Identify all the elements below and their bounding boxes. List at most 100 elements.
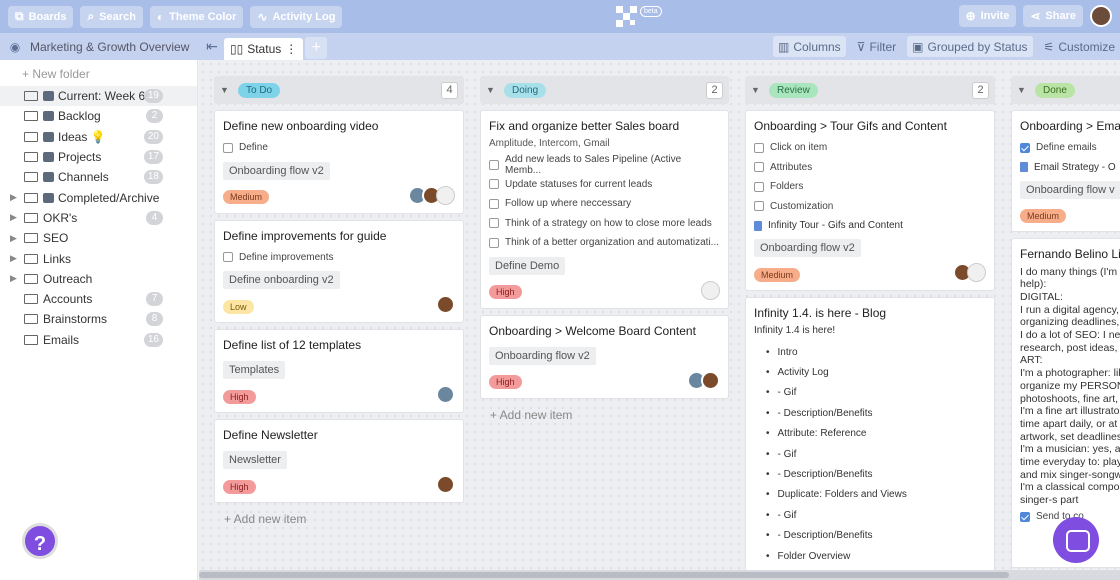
chevron-right-icon[interactable]: ▶ [10, 192, 17, 203]
chevron-right-icon[interactable]: ▶ [10, 212, 17, 223]
assignees[interactable] [436, 385, 455, 404]
checklist-item[interactable]: Update statuses for current leads [489, 175, 720, 195]
board-title[interactable]: Marketing & Growth Overview [30, 40, 200, 54]
checkbox[interactable] [754, 201, 764, 212]
sidebar-item-channels[interactable]: Channels 18 [0, 167, 197, 187]
assignees[interactable] [436, 295, 455, 314]
sidebar-item-accounts[interactable]: Accounts 7 [0, 289, 197, 309]
checkbox[interactable] [1020, 142, 1030, 153]
sidebar-item-brainstorms[interactable]: Brainstorms 8 [0, 309, 197, 329]
checklist-item[interactable]: Think of a better organization and autom… [489, 233, 720, 253]
checkbox[interactable] [489, 237, 499, 248]
checklist-item[interactable]: Folders [754, 177, 986, 197]
card[interactable]: Define new onboarding video Define Onboa… [214, 110, 464, 214]
search-button[interactable]: ⌕ Search [80, 5, 143, 28]
card[interactable]: Fernando Belino Liv I do many things (I'… [1011, 237, 1120, 568]
chevron-down-icon[interactable]: ▼ [220, 85, 234, 95]
add-item-button[interactable]: + Add new item [480, 399, 729, 431]
chat-widget-button[interactable] [1053, 517, 1099, 563]
checklist-item[interactable]: Think of a strategy on how to close more… [489, 214, 720, 234]
checklist-item[interactable]: Add new leads to Sales Pipeline (Active … [489, 154, 720, 176]
sidebar-item-outreach[interactable]: ▶ Outreach [0, 269, 197, 289]
sidebar-item-emails[interactable]: Emails 16 [0, 330, 197, 350]
sidebar-item-current-week[interactable]: Current: Week 6 19 [0, 86, 197, 107]
card[interactable]: Onboarding > Welcome Board Content Onboa… [480, 314, 729, 399]
reference-tag[interactable]: Onboarding flow v2 [223, 161, 330, 180]
help-button[interactable]: ? [22, 523, 58, 559]
chevron-down-icon[interactable]: ▼ [751, 85, 765, 95]
sidebar-item-links[interactable]: ▶ Links [0, 248, 197, 268]
document-link[interactable]: Infinity Tour - Gifs and Content [754, 216, 986, 235]
reference-tag[interactable]: Newsletter [223, 451, 287, 469]
assignees[interactable] [953, 263, 986, 282]
assignees[interactable] [701, 280, 720, 300]
chevron-right-icon[interactable]: ▶ [10, 253, 17, 264]
card[interactable]: Onboarding > Email Define emails Email S… [1011, 110, 1120, 232]
checkbox[interactable] [223, 142, 233, 153]
reference-tag[interactable]: Define Demo [489, 256, 566, 275]
horizontal-scrollbar[interactable] [199, 570, 1120, 580]
boards-button[interactable]: ⧉ Boards [8, 5, 74, 28]
checkbox[interactable] [489, 179, 499, 190]
theme-color-button[interactable]: ◐ Theme Color [149, 5, 244, 28]
tab-status-view[interactable]: ▯▯ Status ⋮ [224, 38, 304, 60]
chevron-right-icon[interactable]: ▶ [10, 273, 17, 284]
assignees[interactable] [687, 370, 720, 390]
more-icon[interactable]: ⋮ [285, 42, 297, 56]
card[interactable]: Onboarding > Tour Gifs and Content Click… [745, 110, 995, 291]
activity-log-button[interactable]: ∿ Activity Log [250, 5, 343, 28]
invite-button[interactable]: ⊕ Invite [958, 5, 1017, 27]
reference-tag[interactable]: Onboarding flow v2 [754, 239, 861, 257]
assignees[interactable] [408, 185, 455, 205]
reference-tag[interactable]: Define onboarding v2 [223, 271, 340, 289]
add-item-button[interactable]: + Add new item [214, 503, 464, 535]
checkbox[interactable] [1020, 511, 1030, 522]
chevron-down-icon[interactable]: ▼ [486, 85, 500, 95]
card[interactable]: Fix and organize better Sales board Ampl… [480, 110, 729, 309]
share-button[interactable]: ⋖ Share [1023, 5, 1083, 27]
checkbox[interactable] [754, 181, 764, 192]
checkbox[interactable] [754, 162, 764, 173]
reference-tag[interactable]: Onboarding flow v [1020, 180, 1120, 199]
chevron-down-icon[interactable]: ▼ [1017, 85, 1031, 95]
scrollbar-thumb[interactable] [199, 572, 1009, 578]
checklist-item[interactable]: Customization [754, 197, 986, 217]
checkbox[interactable] [489, 159, 499, 170]
sidebar-item-projects[interactable]: Projects 17 [0, 147, 197, 167]
card[interactable]: Define improvements for guide Define imp… [214, 219, 464, 323]
checklist-item[interactable]: Follow up where neccessary [489, 194, 720, 214]
card[interactable]: Define Newsletter Newsletter High [214, 419, 464, 503]
add-view-button[interactable]: + [305, 37, 328, 59]
document-link[interactable]: Email Strategy - O [1020, 158, 1120, 177]
reference-tag[interactable]: Onboarding flow v2 [489, 346, 596, 365]
grouped-by-button[interactable]: ▣ Grouped by Status [907, 36, 1033, 57]
filter-button[interactable]: ⊽ Filter [852, 36, 901, 57]
columns-button[interactable]: ▥ Columns [772, 36, 846, 57]
eye-icon[interactable]: ◉ [0, 40, 30, 54]
checklist-item[interactable]: Click on item [754, 138, 986, 158]
checklist-item[interactable]: Attributes [754, 158, 986, 178]
reference-tag[interactable]: Templates [223, 361, 286, 379]
assign-icon[interactable] [701, 280, 720, 300]
checklist-item[interactable]: Define emails [1020, 138, 1120, 158]
chevron-right-icon[interactable]: ▶ [10, 233, 17, 244]
assignees[interactable] [436, 475, 455, 494]
checkbox[interactable] [754, 142, 764, 153]
assign-icon[interactable] [967, 263, 986, 282]
card[interactable]: Define list of 12 templates Templates Hi… [214, 329, 464, 413]
sidebar-item-backlog[interactable]: Backlog 2 [0, 106, 197, 126]
customize-button[interactable]: ⚟ Customize [1039, 36, 1120, 57]
card[interactable]: Infinity 1.4. is here - Blog Infinity 1.… [745, 297, 995, 580]
checkbox[interactable] [489, 218, 499, 229]
assign-icon[interactable] [436, 185, 455, 205]
sidebar-item-seo[interactable]: ▶ SEO [0, 228, 197, 248]
new-folder-button[interactable]: + New folder [0, 60, 197, 86]
checklist-item[interactable]: Define [223, 138, 455, 158]
checkbox[interactable] [489, 198, 499, 209]
user-avatar[interactable] [1090, 5, 1112, 27]
sidebar-item-okrs[interactable]: ▶ OKR's 4 [0, 208, 197, 228]
checklist-item[interactable]: Define improvements [223, 248, 455, 268]
infinity-logo[interactable] [616, 6, 638, 28]
sidebar-item-completed-archive[interactable]: ▶ Completed/Archive [0, 187, 197, 207]
sidebar-item-ideas[interactable]: Ideas 💡 20 [0, 127, 197, 147]
